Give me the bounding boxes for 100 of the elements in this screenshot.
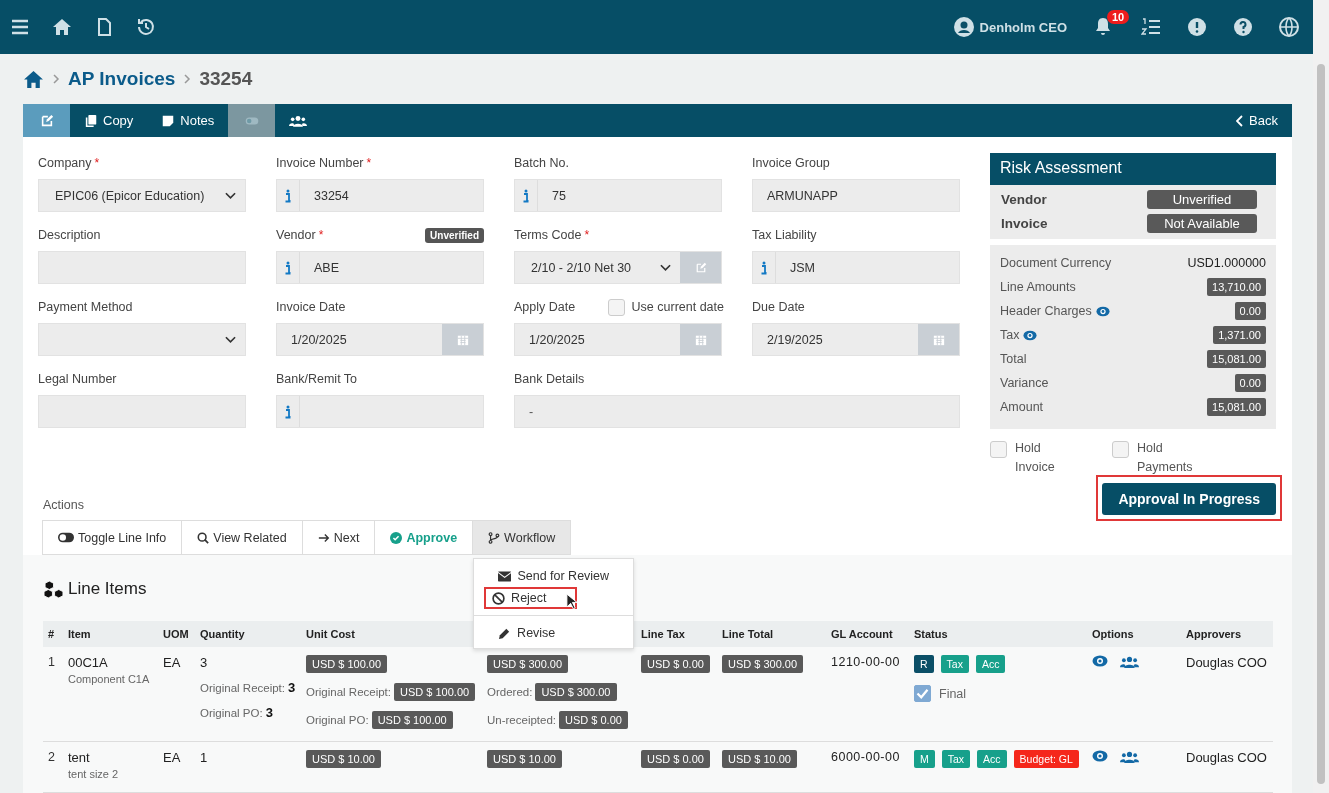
chevron-icon [52,73,60,85]
help-icon[interactable] [1233,17,1253,37]
summary-label: Variance [1000,376,1049,390]
input-field[interactable] [38,395,246,428]
caret-icon[interactable] [225,191,236,200]
column-header: Status [914,628,949,640]
table-cell: tent [68,750,90,765]
checkbox-label[interactable]: Use current date [631,300,724,314]
input-field[interactable]: JSM [752,251,960,284]
copy-button[interactable]: Copy [70,104,148,137]
input-field[interactable]: 33254 [276,179,484,212]
checkbox[interactable] [607,298,625,316]
detail-label: Original PO: [306,714,369,726]
menu-item[interactable]: Send for Review [490,565,618,587]
column-header: Unit Cost [306,628,356,640]
people-icon[interactable] [289,113,308,128]
required-mark: * [318,228,324,242]
column-header: UOM [163,628,190,640]
alert-icon[interactable] [1187,17,1207,37]
checkbox[interactable] [914,685,931,702]
copy-icon[interactable] [84,113,98,128]
people-icon[interactable] [1120,655,1139,669]
date-field[interactable]: 1/20/2025 [514,323,722,356]
history-icon[interactable] [136,17,156,37]
menu-item[interactable]: Revise [490,622,618,644]
eye-icon[interactable] [1092,750,1108,762]
checkbox[interactable] [1112,441,1129,458]
status-badge: Unverified [425,227,484,243]
status-button[interactable]: Approval In Progress [1102,483,1276,515]
avatar-icon[interactable] [953,17,974,37]
eye-icon[interactable] [1092,655,1108,667]
people-icon[interactable] [1120,750,1139,764]
workflow-button[interactable]: Workflow [472,520,572,555]
user-name[interactable]: Denholm CEO [979,19,1067,35]
field-label: Terms Code [514,228,582,242]
notification-badge: 10 [1107,10,1130,24]
field-label: Invoice Date [276,300,346,314]
toggle-button[interactable]: Toggle Line Info [42,520,183,555]
note-icon[interactable] [161,113,176,128]
amount-badge: 0.00 [1234,302,1266,320]
field-label: Batch No. [514,156,569,170]
toggle-icon[interactable] [58,532,74,543]
next-button[interactable]: Next [301,520,376,555]
check-circle-icon[interactable] [390,531,403,544]
select-field[interactable]: EPIC06 (Epicor Education) [38,179,246,212]
field-label: Apply Date [514,300,576,314]
status-tag: Tax [941,750,971,768]
search-icon[interactable] [197,531,210,544]
checkbox-label[interactable]: Hold Invoice [1015,439,1070,477]
edit-button[interactable] [23,104,70,137]
risk-badge: Not Available [1147,214,1257,233]
summary-label: Line Amounts [1000,280,1076,294]
input-field[interactable] [276,395,484,428]
summary-label: Total [1000,352,1027,366]
input-field[interactable]: ABE [276,251,484,284]
column-header: GL Account [831,628,894,640]
input-field[interactable]: ARMUNAPP [752,179,960,212]
checkbox-label[interactable]: Final [939,686,967,701]
ban-icon[interactable] [492,591,506,605]
input-field[interactable] [38,251,246,284]
record-title: 33254 [199,68,253,90]
table-cell: 1 [200,750,208,765]
input-field[interactable]: - [514,395,960,428]
caret-icon[interactable] [660,263,671,272]
input-field[interactable]: 75 [514,179,722,212]
select-field[interactable]: 2/10 - 2/10 Net 30 [514,251,722,284]
home-icon[interactable] [23,68,44,90]
edit-icon[interactable] [39,113,54,128]
chevron-left-icon[interactable] [1236,114,1245,127]
caret-icon[interactable] [225,335,236,344]
menu-item[interactable]: Reject [484,587,578,609]
field-label: Bank Details [514,372,585,386]
checkbox[interactable] [990,441,1007,458]
pencil-icon[interactable] [498,626,512,640]
envelope-icon[interactable] [498,570,512,582]
bell-icon[interactable] [1093,16,1113,36]
globe-icon[interactable] [1279,17,1299,37]
date-field[interactable]: 1/20/2025 [276,323,484,356]
arrow-right-icon[interactable] [317,531,330,544]
table-cell: 1 [48,655,55,669]
detail-label: Original Receipt: [200,681,285,694]
numbered-list-icon[interactable] [1141,17,1161,37]
back-button[interactable]: Back [1222,104,1292,137]
search-button[interactable]: View Related [181,520,303,555]
home-icon[interactable] [52,17,72,37]
table-cell: 1210-00-00 [831,655,900,669]
date-field[interactable]: 2/19/2025 [752,323,960,356]
breadcrumb-link[interactable]: AP Invoices [68,68,176,90]
select-field[interactable] [38,323,246,356]
notes-button[interactable]: Notes [147,104,229,137]
checkbox-label[interactable]: Hold Payments [1137,439,1193,477]
branch-icon[interactable] [488,531,501,544]
eye-icon[interactable] [1095,305,1110,317]
section-title: Line Items [68,579,147,599]
panel-title: Risk Assessment [990,153,1276,185]
eye-icon[interactable] [1023,329,1038,341]
amount-badge: USD $ 100.00 [306,655,388,673]
amount-badge: USD $ 300.00 [722,655,804,673]
amount-badge: USD $ 0.00 [559,711,628,729]
menu-icon[interactable] [10,17,30,37]
